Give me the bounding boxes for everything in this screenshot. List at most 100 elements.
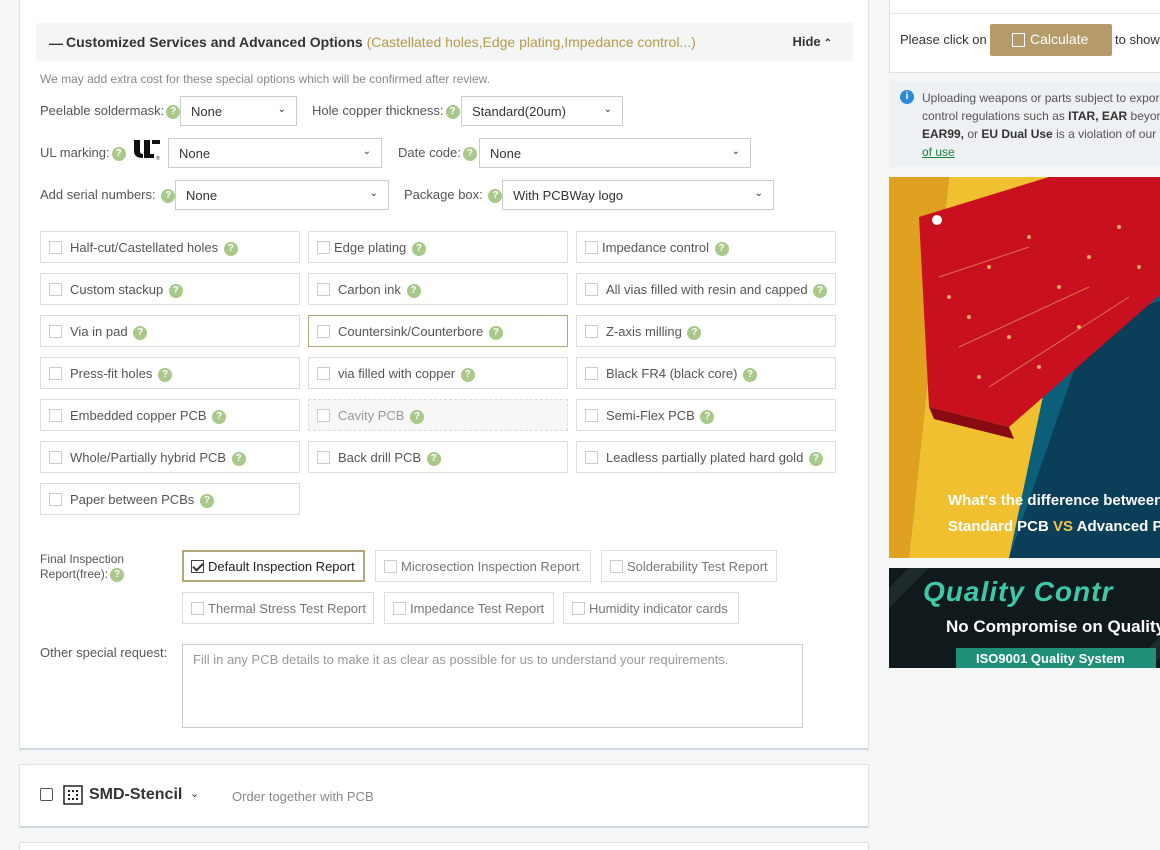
- option-label: Cavity PCB: [338, 408, 405, 423]
- help-icon[interactable]: ?: [462, 146, 477, 161]
- option-edge-plating[interactable]: Edge plating ?: [308, 231, 568, 263]
- help-icon[interactable]: ?: [406, 283, 421, 298]
- checkbox[interactable]: [572, 602, 585, 615]
- checkbox[interactable]: [317, 241, 330, 254]
- help-icon[interactable]: ?: [410, 409, 425, 424]
- stencil-title[interactable]: SMD-Stencil: [89, 786, 182, 804]
- help-icon[interactable]: ?: [223, 241, 238, 256]
- help-icon[interactable]: ?: [460, 367, 475, 382]
- checkbox[interactable]: [585, 325, 598, 338]
- option-semi-flex[interactable]: Semi-Flex PCB ?: [576, 399, 836, 431]
- checkbox[interactable]: [585, 451, 598, 464]
- package-box-select[interactable]: With PCBWay logo ⌄: [502, 180, 774, 210]
- option-back-drill[interactable]: Back drill PCB ?: [308, 441, 568, 473]
- checkbox[interactable]: [317, 367, 330, 380]
- checkbox[interactable]: [317, 325, 330, 338]
- terms-of-use-link[interactable]: of use: [922, 145, 955, 159]
- help-icon[interactable]: ?: [133, 325, 148, 340]
- checkbox[interactable]: [49, 409, 62, 422]
- ul-marking-select[interactable]: None ⌄: [168, 138, 382, 168]
- inspection-humidity-cards[interactable]: Humidity indicator cards: [563, 592, 739, 624]
- option-black-fr4[interactable]: Black FR4 (black core) ?: [576, 357, 836, 389]
- inspection-label: Thermal Stress Test Report: [208, 601, 366, 616]
- checkbox[interactable]: [49, 283, 62, 296]
- option-custom-stackup[interactable]: Custom stackup ?: [40, 273, 300, 305]
- help-icon[interactable]: ?: [488, 325, 503, 340]
- checkbox[interactable]: [49, 451, 62, 464]
- option-paper-between[interactable]: Paper between PCBs ?: [40, 483, 300, 515]
- checkbox[interactable]: [317, 451, 330, 464]
- peelable-soldermask-select[interactable]: None ⌄: [180, 96, 297, 126]
- help-icon[interactable]: ?: [110, 567, 125, 582]
- hole-copper-select[interactable]: Standard(20um) ⌄: [461, 96, 623, 126]
- help-icon[interactable]: ?: [168, 283, 183, 298]
- hide-button[interactable]: Hide ⌃: [792, 34, 832, 49]
- quality-control-banner[interactable]: Quality Contr No Compromise on Quality I…: [889, 568, 1160, 668]
- help-icon[interactable]: ?: [166, 104, 181, 119]
- peelable-label-text: Peelable soldermask:: [40, 103, 165, 118]
- help-icon[interactable]: ?: [426, 451, 441, 466]
- help-icon[interactable]: ?: [700, 409, 715, 424]
- help-icon[interactable]: ?: [714, 241, 729, 256]
- other-request-textarea[interactable]: [182, 644, 803, 728]
- help-icon[interactable]: ?: [411, 241, 426, 256]
- option-via-in-pad[interactable]: Via in pad ?: [40, 315, 300, 347]
- checkbox[interactable]: [384, 560, 397, 573]
- checkbox[interactable]: [49, 367, 62, 380]
- iso9001-badge: ISO9001 Quality System: [956, 648, 1156, 668]
- checkbox[interactable]: [610, 560, 623, 573]
- chevron-down-icon[interactable]: ⌄: [190, 787, 199, 800]
- help-icon[interactable]: ?: [158, 367, 172, 382]
- checkbox[interactable]: [585, 409, 598, 422]
- option-press-fit-holes[interactable]: Press-fit holes ?: [40, 357, 300, 389]
- help-icon[interactable]: ?: [111, 146, 126, 161]
- help-icon[interactable]: ?: [808, 451, 823, 466]
- inspection-label-line1: Final Inspection: [40, 552, 125, 566]
- inspection-impedance-report[interactable]: Impedance Test Report: [384, 592, 554, 624]
- option-cavity-pcb[interactable]: Cavity PCB ?: [308, 399, 568, 431]
- checkbox[interactable]: [49, 325, 62, 338]
- help-icon[interactable]: ?: [813, 283, 828, 298]
- calculate-button[interactable]: Calculate: [990, 24, 1112, 56]
- help-icon[interactable]: ?: [161, 188, 176, 203]
- checkbox[interactable]: [49, 493, 62, 506]
- inspection-microsection-report[interactable]: Microsection Inspection Report: [375, 550, 591, 582]
- option-label: Whole/Partially hybrid PCB: [70, 450, 227, 465]
- stencil-checkbox[interactable]: [40, 788, 53, 801]
- serial-numbers-select[interactable]: None ⌄: [175, 180, 389, 210]
- checkbox[interactable]: [317, 283, 330, 296]
- date-code-select[interactable]: None ⌄: [479, 138, 751, 168]
- checkbox-checked[interactable]: [191, 560, 204, 573]
- help-icon[interactable]: ?: [212, 409, 227, 424]
- option-carbon-ink[interactable]: Carbon ink ?: [308, 273, 568, 305]
- option-castellated-holes[interactable]: Half-cut/Castellated holes ?: [40, 231, 300, 263]
- option-hybrid-pcb[interactable]: Whole/Partially hybrid PCB ?: [40, 441, 300, 473]
- svg-text:®: ®: [156, 155, 160, 160]
- option-vias-filled-resin[interactable]: All vias filled with resin and capped ?: [576, 273, 836, 305]
- checkbox[interactable]: [585, 367, 598, 380]
- help-icon[interactable]: ?: [199, 493, 214, 508]
- collapse-dash-icon[interactable]: —: [49, 35, 63, 51]
- help-icon[interactable]: ?: [687, 325, 702, 340]
- option-countersink[interactable]: Countersink/Counterbore ?: [308, 315, 568, 347]
- checkbox[interactable]: [49, 241, 62, 254]
- notice-itar: ITAR, EAR: [1068, 109, 1128, 123]
- checkbox[interactable]: [191, 602, 204, 615]
- help-icon[interactable]: ?: [231, 451, 246, 466]
- checkbox[interactable]: [585, 241, 598, 254]
- help-icon[interactable]: ?: [488, 188, 503, 203]
- inspection-thermal-stress-report[interactable]: Thermal Stress Test Report: [182, 592, 374, 624]
- inspection-solderability-report[interactable]: Solderability Test Report: [601, 550, 777, 582]
- checkbox[interactable]: [585, 283, 598, 296]
- option-leadless-hard-gold[interactable]: Leadless partially plated hard gold ?: [576, 441, 836, 473]
- help-icon[interactable]: ?: [445, 104, 460, 119]
- option-via-filled-copper[interactable]: via filled with copper ?: [308, 357, 568, 389]
- checkbox[interactable]: [317, 409, 330, 422]
- help-icon[interactable]: ?: [743, 367, 758, 382]
- option-impedance-control[interactable]: Impedance control ?: [576, 231, 836, 263]
- standard-vs-advanced-banner[interactable]: What's the difference between Standard P…: [889, 177, 1160, 558]
- option-z-axis-milling[interactable]: Z-axis milling ?: [576, 315, 836, 347]
- option-embedded-copper[interactable]: Embedded copper PCB ?: [40, 399, 300, 431]
- inspection-default-report[interactable]: Default Inspection Report: [182, 550, 365, 582]
- checkbox[interactable]: [393, 602, 406, 615]
